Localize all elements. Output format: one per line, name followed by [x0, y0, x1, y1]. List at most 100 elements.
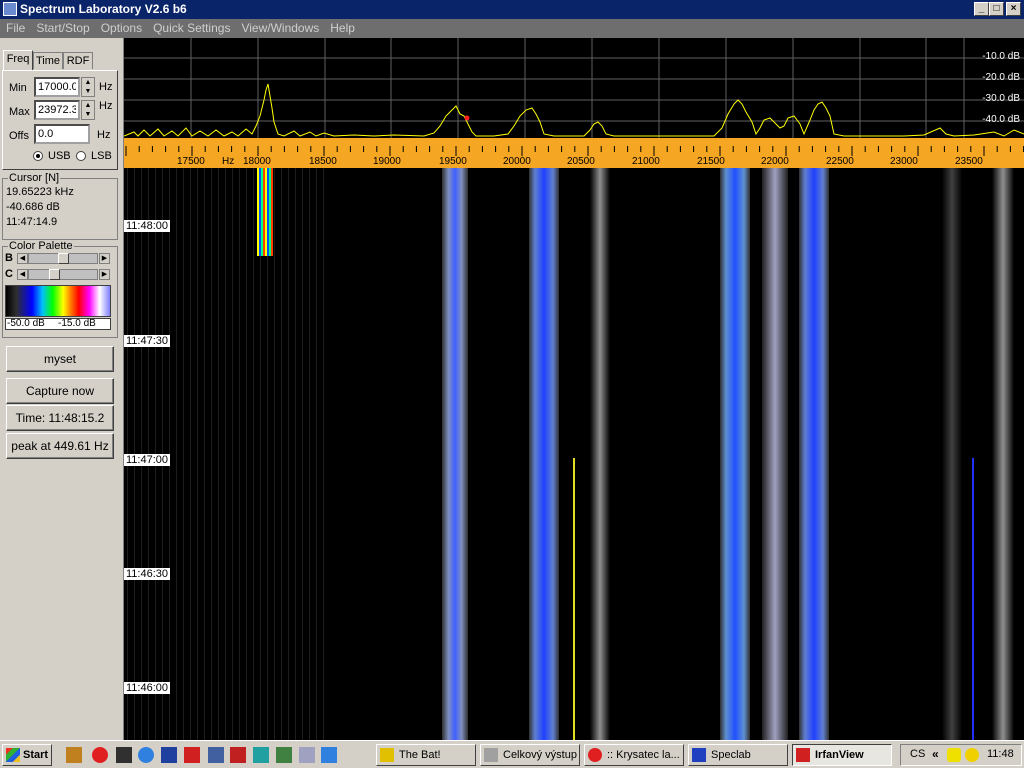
freq-label: 21500	[697, 156, 725, 167]
db-label: -10.0 dB	[982, 51, 1020, 62]
opera-icon[interactable]	[92, 747, 108, 763]
time-label: 11:46:30	[124, 568, 171, 580]
close-button[interactable]: ×	[1006, 2, 1021, 16]
lsb-label: LSB	[91, 150, 112, 162]
max-freq-input[interactable]	[34, 100, 80, 120]
language-indicator[interactable]: CS	[910, 748, 925, 760]
peak-button[interactable]: peak at 449.61 Hz	[6, 433, 114, 459]
palette-high: -15.0 dB	[58, 318, 96, 329]
start-button[interactable]: Start	[2, 744, 52, 766]
signal-band-23450	[942, 168, 962, 740]
task-krysatec[interactable]: :: Krysatec la...	[584, 744, 684, 766]
min-freq-spinner[interactable]: ▲ ▼	[81, 77, 95, 97]
freq-label: 23500	[955, 156, 983, 167]
tray-expand-icon[interactable]: «	[932, 747, 939, 761]
capture-now-button[interactable]: Capture now	[6, 378, 114, 404]
myset-button[interactable]: myset	[6, 346, 114, 372]
spectrum-svg	[124, 38, 1024, 138]
time-button[interactable]: Time: 11:48:15.2	[6, 405, 114, 431]
maximize-button[interactable]: □	[989, 2, 1004, 16]
quicklaunch-icon[interactable]	[66, 747, 82, 763]
freq-label: 19500	[439, 156, 467, 167]
menu-start-stop[interactable]: Start/Stop	[30, 19, 94, 35]
contrast-slider[interactable]	[28, 269, 98, 280]
task-speclab[interactable]: Speclab	[688, 744, 788, 766]
palette-scale: -50.0 dB -15.0 dB	[5, 318, 111, 330]
cursor-marker	[464, 115, 470, 121]
tab-rdf[interactable]: RDF	[63, 52, 93, 69]
time-label: 11:48:00	[124, 220, 171, 232]
time-label: 11:47:00	[124, 454, 171, 466]
signal-band-20200	[529, 168, 559, 740]
tray-smiley-icon[interactable]	[965, 748, 979, 762]
start-label: Start	[23, 749, 49, 761]
ie-icon[interactable]	[138, 747, 154, 763]
tab-freq[interactable]: Freq	[3, 50, 33, 70]
db-label: -20.0 dB	[982, 72, 1020, 83]
quicklaunch-icon[interactable]	[299, 747, 315, 763]
cursor-frequency: 19.65223 kHz	[6, 186, 74, 198]
marker-line-yellow	[573, 458, 575, 740]
freq-label: 22500	[826, 156, 854, 167]
task-label: IrfanView	[815, 749, 864, 761]
irfanview-icon[interactable]	[230, 747, 246, 763]
quicklaunch-icon[interactable]	[208, 747, 224, 763]
usb-label: USB	[48, 150, 71, 162]
max-unit: Hz	[99, 100, 113, 112]
system-tray: CS « 11:48	[900, 744, 1022, 766]
freq-label: 18000	[243, 156, 271, 167]
db-label: -30.0 dB	[982, 93, 1020, 104]
menu-view-windows[interactable]: View/Windows	[235, 19, 324, 35]
usb-radio[interactable]	[33, 151, 43, 161]
task-label: The Bat!	[399, 749, 441, 761]
cursor-time: 11:47:14.9	[6, 216, 58, 228]
spectrum-graph[interactable]: -10.0 dB -20.0 dB -30.0 dB -40.0 dB	[124, 38, 1024, 138]
signal-band-22000	[762, 168, 788, 740]
waterfall-display[interactable]: 11:48:00 11:47:30 11:47:00 11:46:30 11:4…	[124, 168, 1024, 740]
freq-label: 21000	[632, 156, 660, 167]
task-the-bat[interactable]: The Bat!	[376, 744, 476, 766]
offset-input[interactable]	[34, 124, 90, 144]
lsb-radio[interactable]	[76, 151, 86, 161]
speclab-icon	[692, 748, 706, 762]
frequency-scale[interactable]: 17500 Hz 18000 18500 19000 19500 20000 2…	[124, 138, 1024, 168]
offs-label: Offs	[9, 130, 29, 142]
freq-label: 17500	[177, 156, 205, 167]
app-icon[interactable]	[3, 2, 17, 16]
brightness-left-arrow[interactable]: ◀	[17, 253, 28, 264]
menu-options[interactable]: Options	[95, 19, 147, 35]
menu-bar: File Start/Stop Options Quick Settings View/…	[0, 19, 1024, 38]
signal-band-23800	[992, 168, 1014, 740]
menu-file[interactable]: File	[0, 19, 30, 35]
quicklaunch-icon[interactable]	[184, 747, 200, 763]
task-label: Celkový výstup	[503, 749, 577, 761]
cursor-title: Cursor [N]	[8, 172, 61, 184]
quicklaunch-icon[interactable]	[116, 747, 132, 763]
tab-time[interactable]: Time	[33, 52, 63, 69]
time-label: 11:47:30	[124, 335, 171, 347]
bat-icon	[380, 748, 394, 762]
task-label: :: Krysatec la...	[607, 749, 680, 761]
max-freq-spinner[interactable]: ▲ ▼	[81, 100, 95, 120]
contrast-right-arrow[interactable]: ▶	[99, 269, 110, 280]
task-celkovy-vystup[interactable]: Celkový výstup	[480, 744, 580, 766]
irfanview-icon	[796, 748, 810, 762]
color-palette-bar[interactable]	[5, 285, 111, 317]
tray-notify-icon[interactable]	[947, 748, 961, 762]
brightness-slider[interactable]	[28, 253, 98, 264]
menu-help[interactable]: Help	[324, 19, 360, 35]
brightness-right-arrow[interactable]: ▶	[99, 253, 110, 264]
cursor-level: -40.686 dB	[6, 201, 60, 213]
min-freq-input[interactable]	[34, 77, 80, 97]
quicklaunch-icon[interactable]	[276, 747, 292, 763]
task-irfanview[interactable]: IrfanView	[792, 744, 892, 766]
task-label: Speclab	[711, 749, 751, 761]
quicklaunch-icon[interactable]	[161, 747, 177, 763]
freq-label: 22000	[761, 156, 789, 167]
minimize-button[interactable]: _	[974, 2, 989, 16]
quicklaunch-icon[interactable]	[253, 747, 269, 763]
contrast-left-arrow[interactable]: ◀	[17, 269, 28, 280]
menu-quick-settings[interactable]: Quick Settings	[147, 19, 235, 35]
signal-burst-18khz	[257, 168, 273, 256]
quicklaunch-icon[interactable]	[321, 747, 337, 763]
